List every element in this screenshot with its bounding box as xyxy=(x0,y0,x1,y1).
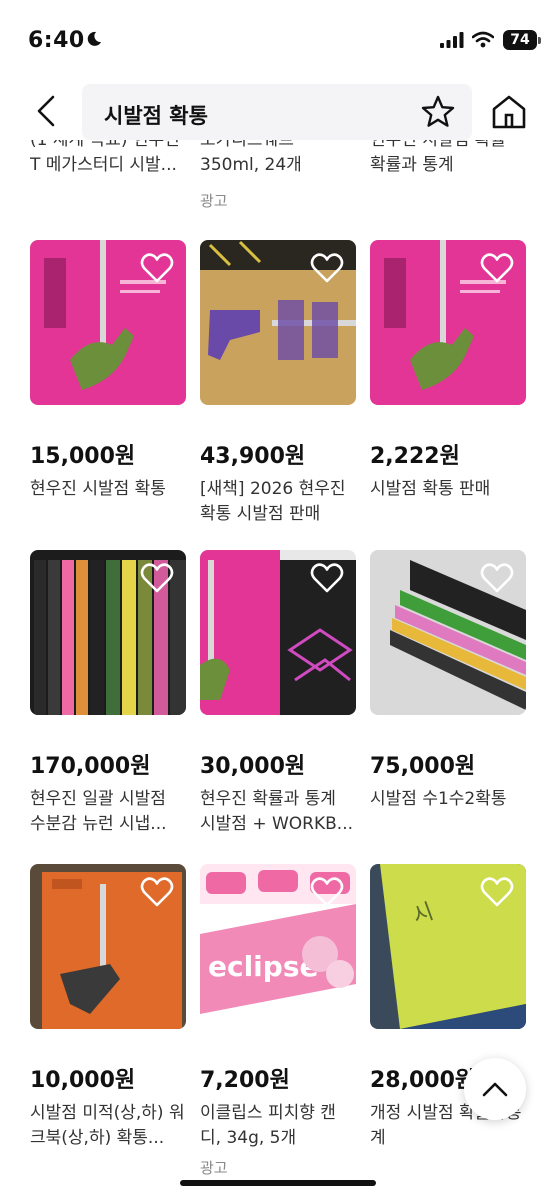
ad-label: 광고 xyxy=(200,192,228,210)
back-button[interactable] xyxy=(28,92,64,130)
product-title: 현우진 확률과 통계 시발점 + WORKB... xyxy=(200,789,353,834)
product-price: 170,000원 xyxy=(30,754,151,779)
product-card[interactable]: 75,000원 시발점 수1수2확통 xyxy=(370,550,526,837)
heart-icon[interactable] xyxy=(140,876,174,908)
product-price: 43,900원 xyxy=(200,444,306,469)
product-thumbnail[interactable] xyxy=(200,240,356,405)
product-thumbnail[interactable] xyxy=(30,864,186,1029)
product-title-line: 확률과 통계 xyxy=(370,155,454,175)
product-card[interactable]: 15,000원 현우진 시발점 확통 xyxy=(30,240,186,527)
status-bar: 6:40 74 xyxy=(0,0,554,82)
product-thumbnail[interactable]: eclipse xyxy=(200,864,356,1029)
home-indicator xyxy=(180,1180,376,1186)
heart-icon[interactable] xyxy=(310,562,344,594)
product-thumbnail[interactable] xyxy=(370,240,526,405)
product-title: [새책] 2026 현우진 확통 시발점 판매 xyxy=(200,479,346,524)
list-item[interactable]: 포카리스웨트 350ml, 24개 xyxy=(200,140,358,178)
product-thumbnail[interactable]: 시 xyxy=(370,864,526,1029)
product-title-line: 포카리스웨트 xyxy=(200,140,294,150)
product-price: 30,000원 xyxy=(200,754,306,779)
signal-icon xyxy=(440,32,464,48)
product-title-line: (1 세계 복표) 현우진 xyxy=(30,140,180,150)
ad-label: 광고 xyxy=(200,1159,228,1177)
heart-icon[interactable] xyxy=(480,876,514,908)
list-item[interactable]: (1 세계 복표) 현우진 T 메가스터디 시발... xyxy=(30,140,188,178)
product-price: 15,000원 xyxy=(30,444,136,469)
heart-icon[interactable] xyxy=(310,252,344,284)
product-title-line: 350ml, 24개 xyxy=(200,155,302,175)
status-time: 6:40 xyxy=(28,28,85,53)
battery-indicator: 74 xyxy=(503,30,541,50)
product-card[interactable]: 43,900원 [새책] 2026 현우진 확통 시발점 판매 xyxy=(200,240,356,527)
product-thumbnail[interactable] xyxy=(370,550,526,715)
product-title: 현우진 시발점 확통 xyxy=(30,479,166,499)
product-title: 현우진 일괄 시발점 수분감 뉴런 시냅... xyxy=(30,789,167,834)
svg-text:eclipse: eclipse xyxy=(208,950,318,983)
partial-product-row: (1 세계 복표) 현우진 T 메가스터디 시발... 포카리스웨트 350ml… xyxy=(0,140,554,210)
star-icon[interactable] xyxy=(420,94,456,130)
heart-icon[interactable] xyxy=(480,562,514,594)
product-price: 75,000원 xyxy=(370,754,476,779)
wifi-icon xyxy=(472,31,494,48)
search-query-text: 시발점 확통 xyxy=(104,104,208,128)
product-title-line: 현우진 시발점 확률 xyxy=(370,140,506,150)
product-thumbnail[interactable] xyxy=(30,550,186,715)
scroll-to-top-button[interactable] xyxy=(464,1058,526,1120)
product-thumbnail[interactable] xyxy=(30,240,186,405)
product-price: 7,200원 xyxy=(200,1068,290,1093)
product-title: 시발점 확통 판매 xyxy=(370,479,491,499)
product-card[interactable]: 10,000원 시발점 미적(상,하) 워크북(상,하) 확통... xyxy=(30,864,186,1151)
product-title-line: T 메가스터디 시발... xyxy=(30,155,177,175)
product-card[interactable]: 30,000원 현우진 확률과 통계 시발점 + WORKB... xyxy=(200,550,356,837)
search-header: 시발점 확통 xyxy=(0,82,554,140)
search-input[interactable]: 시발점 확통 xyxy=(82,84,472,140)
product-thumbnail[interactable] xyxy=(200,550,356,715)
product-card[interactable]: eclipse 7,200원 이클립스 피치향 캔디, 34g, 5개 광고 xyxy=(200,864,356,1178)
heart-icon[interactable] xyxy=(480,252,514,284)
product-card[interactable]: 170,000원 현우진 일괄 시발점 수분감 뉴런 시냅... xyxy=(30,550,186,837)
chevron-left-icon xyxy=(37,95,55,127)
product-price: 2,222원 xyxy=(370,444,460,469)
product-title: 시발점 미적(상,하) 워크북(상,하) 확통... xyxy=(30,1103,185,1148)
list-item[interactable]: 현우진 시발점 확률 확률과 통계 xyxy=(370,140,528,178)
moon-icon xyxy=(87,31,101,46)
heart-icon[interactable] xyxy=(140,562,174,594)
product-title: 시발점 수1수2확통 xyxy=(370,789,507,809)
product-price: 10,000원 xyxy=(30,1068,136,1093)
heart-icon[interactable] xyxy=(310,876,344,908)
heart-icon[interactable] xyxy=(140,252,174,284)
chevron-up-icon xyxy=(482,1082,508,1097)
product-card[interactable]: 2,222원 시발점 확통 판매 xyxy=(370,240,526,527)
home-icon[interactable] xyxy=(490,94,528,130)
product-title: 이클립스 피치향 캔디, 34g, 5개 xyxy=(200,1103,336,1148)
